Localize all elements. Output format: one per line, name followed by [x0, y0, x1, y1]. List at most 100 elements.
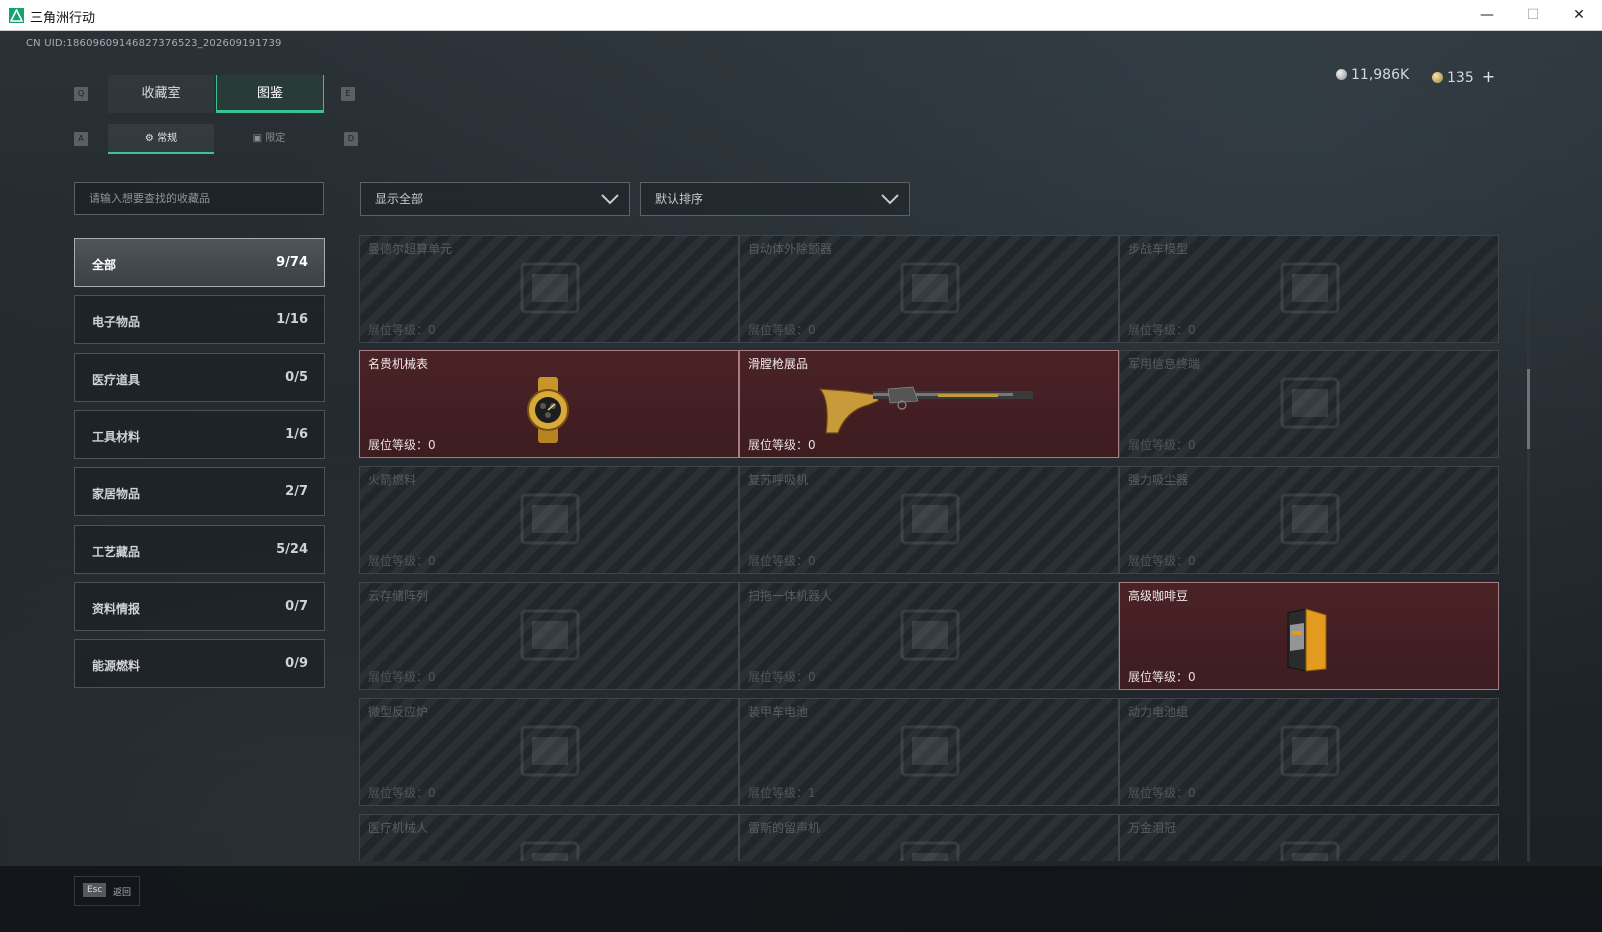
category-label: 能源燃料: [92, 659, 141, 674]
card-level: 展位等级：0: [1128, 552, 1196, 569]
card-level: 展位等级：0: [748, 668, 816, 685]
tab-regular[interactable]: ⚙ 常规: [108, 124, 214, 154]
window-titlebar: 三角洲行动 — ☐ ✕: [0, 0, 1602, 31]
collection-card[interactable]: 高级咖啡豆 展位等级：0: [1119, 582, 1499, 690]
collection-card[interactable]: 军用信息终端 展位等级：0: [1119, 350, 1499, 458]
card-level-label: 展位等级：: [1128, 670, 1189, 684]
sort-dropdown-value: 默认排序: [655, 192, 704, 206]
collection-card[interactable]: 曼德尔超算单元 展位等级：0: [359, 235, 739, 343]
category-item[interactable]: 医疗道具 0/5: [74, 352, 325, 402]
card-level-label: 展位等级：: [748, 323, 809, 337]
card-level-value: 0: [1188, 554, 1196, 568]
card-level-label: 展位等级：: [1128, 323, 1189, 337]
app-logo-icon: [9, 8, 24, 23]
filter-dropdown[interactable]: 显示全部: [360, 182, 630, 216]
category-item[interactable]: 全部 9/74: [74, 238, 325, 287]
category-item[interactable]: 家居物品 2/7: [74, 467, 325, 517]
category-count: 1/6: [285, 426, 308, 442]
card-level: 展位等级：0: [1128, 668, 1196, 685]
key-hint-q: Q: [74, 87, 88, 101]
add-currency-button[interactable]: +: [1482, 67, 1495, 86]
collection-card[interactable]: 医疗机械人: [359, 814, 739, 861]
card-level: 展位等级：0: [368, 784, 436, 801]
card-item-name: 步战车模型: [1128, 242, 1189, 256]
card-level-value: 0: [1188, 323, 1196, 337]
collection-grid: 曼德尔超算单元 展位等级：0 自动体外除颤器 展位等级：0 步战车模型 展位等级：0 名贵机…: [359, 235, 1529, 861]
collection-search-input[interactable]: 请输入想要查找的收藏品: [74, 182, 324, 215]
card-item-name: 自动体外除颤器: [748, 242, 833, 256]
card-item-name: 医疗机械人: [368, 821, 429, 835]
collection-card[interactable]: 名贵机械表 展位等级：0: [359, 350, 739, 458]
category-label: 全部: [92, 258, 117, 272]
collection-card[interactable]: 复苏呼吸机 展位等级：0: [739, 466, 1119, 574]
collection-card[interactable]: 云存储阵列 展位等级：0: [359, 582, 739, 690]
collection-card[interactable]: 强力吸尘器 展位等级：0: [1119, 466, 1499, 574]
silver-amount: 11,986K: [1351, 67, 1410, 83]
card-level: 展位等级：0: [748, 552, 816, 569]
grid-scrollbar[interactable]: [1527, 268, 1530, 862]
collection-card[interactable]: 滑膛枪展品 展位等级：0: [739, 350, 1119, 458]
collection-card[interactable]: 雷斯的留声机: [739, 814, 1119, 861]
card-item-name: 军用信息终端: [1128, 357, 1201, 371]
card-level-value: 0: [428, 670, 436, 684]
category-item[interactable]: 工艺藏品 5/24: [74, 524, 325, 574]
category-count: 2/7: [285, 484, 308, 500]
card-level: 展位等级：0: [748, 436, 816, 453]
sort-dropdown[interactable]: 默认排序: [640, 182, 910, 216]
collection-card[interactable]: 扫拖一体机器人 展位等级：0: [739, 582, 1119, 690]
chevron-down-icon: [881, 194, 899, 205]
collection-card[interactable]: 自动体外除颤器 展位等级：0: [739, 235, 1119, 343]
tab-limited[interactable]: ▣ 限定: [216, 124, 322, 154]
key-hint-a: A: [74, 132, 88, 146]
close-button[interactable]: ✕: [1556, 0, 1602, 30]
card-level-label: 展位等级：: [1128, 786, 1189, 800]
collection-card[interactable]: 步战车模型展位等级：0: [1119, 235, 1499, 343]
card-level-label: 展位等级：: [368, 786, 429, 800]
gold-coin-icon: [1432, 72, 1443, 83]
card-level-label: 展位等级：: [368, 438, 429, 452]
card-level-value: 0: [1188, 438, 1196, 452]
category-count: 0/9: [285, 656, 308, 672]
collection-card[interactable]: 动力电池组 展位等级：0: [1119, 698, 1499, 806]
card-level-value: 0: [428, 323, 436, 337]
tab-collection-room[interactable]: 收藏室: [108, 75, 214, 113]
card-item-name: 微型反应炉: [368, 705, 429, 719]
card-level-value: 0: [428, 554, 436, 568]
card-level-value: 0: [428, 438, 436, 452]
card-level-label: 展位等级：: [1128, 438, 1189, 452]
category-label: 医疗道具: [92, 372, 141, 387]
silver-coin-icon: [1336, 69, 1347, 80]
category-item[interactable]: 电子物品 1/16: [74, 295, 325, 345]
tab-codex[interactable]: 图鉴: [216, 75, 324, 113]
card-level-value: 0: [808, 554, 816, 568]
gold-amount: 135: [1447, 70, 1474, 86]
window-title: 三角洲行动: [30, 11, 96, 26]
card-item-name: 装甲车电池: [748, 705, 809, 719]
category-count: 9/74: [276, 255, 308, 270]
esc-key-hint: Esc: [83, 883, 107, 897]
category-item[interactable]: 工具材料 1/6: [74, 409, 325, 459]
back-button[interactable]: Esc 返回: [74, 876, 140, 906]
collection-card[interactable]: 万金泪冠: [1119, 814, 1499, 861]
category-item[interactable]: 资料情报 0/7: [74, 581, 325, 631]
card-level-value: 0: [808, 438, 816, 452]
card-level-label: 展位等级：: [368, 323, 429, 337]
bottle-icon: ⚙: [144, 133, 154, 144]
category-count: 1/16: [276, 312, 308, 328]
card-item-name: 万金泪冠: [1128, 821, 1177, 835]
card-level-label: 展位等级：: [1128, 554, 1189, 568]
card-level-value: 0: [428, 786, 436, 800]
minimize-button[interactable]: —: [1464, 0, 1510, 30]
card-level-label: 展位等级：: [748, 670, 809, 684]
maximize-button[interactable]: ☐: [1510, 0, 1556, 30]
collection-card[interactable]: 火箭燃料 展位等级：0: [359, 466, 739, 574]
silver-currency: 11,986K: [1336, 67, 1409, 83]
card-level-value: 0: [1188, 786, 1196, 800]
collection-card[interactable]: 微型反应炉展位等级：0: [359, 698, 739, 806]
filter-dropdown-value: 显示全部: [375, 192, 424, 206]
chevron-down-icon: [601, 194, 619, 205]
grid-scrollbar-thumb[interactable]: [1527, 369, 1530, 449]
collection-card[interactable]: 装甲车电池 展位等级：1: [739, 698, 1119, 806]
category-item[interactable]: 能源燃料 0/9: [74, 639, 325, 689]
card-level-label: 展位等级：: [368, 670, 429, 684]
